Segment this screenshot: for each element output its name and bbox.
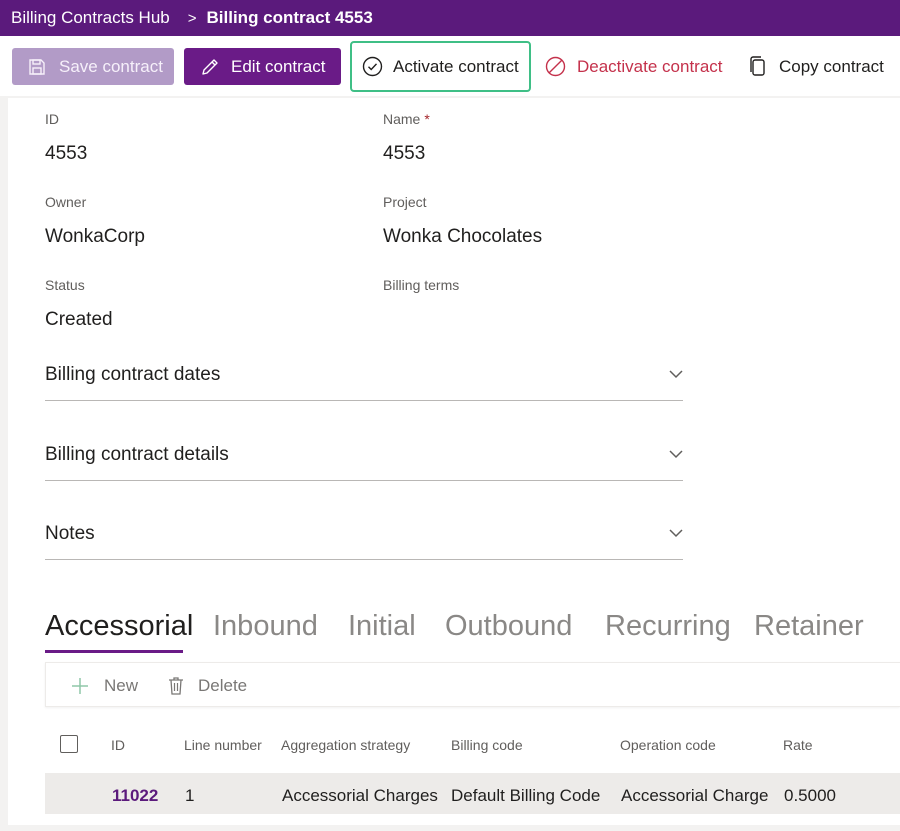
column-header-rate[interactable]: Rate	[783, 737, 813, 753]
section-notes[interactable]: Notes	[45, 519, 683, 560]
row-aggregation-strategy: Accessorial Charges	[282, 786, 438, 805]
block-icon	[545, 56, 566, 77]
tab-outbound[interactable]: Outbound	[445, 610, 572, 643]
name-value[interactable]: 4553	[383, 143, 425, 165]
activate-contract-label: Activate contract	[393, 56, 519, 76]
grid-toolbar: New Delete	[45, 662, 900, 707]
section-billing-contract-details[interactable]: Billing contract details	[45, 440, 683, 481]
row-id-link[interactable]: 11022	[112, 786, 158, 806]
line-type-tabs: Accessorial Inbound Initial Outbound Rec…	[45, 610, 900, 654]
active-tab-indicator	[45, 650, 183, 653]
tab-retainer[interactable]: Retainer	[754, 610, 864, 643]
chevron-down-icon	[669, 450, 683, 459]
column-header-operation-code[interactable]: Operation code	[620, 737, 716, 753]
section-billing-contract-dates[interactable]: Billing contract dates	[45, 360, 683, 401]
breadcrumb-current: Billing contract 4553	[206, 8, 373, 27]
top-bar: Billing Contracts Hub > Billing contract…	[0, 0, 900, 36]
new-button[interactable]: New	[70, 663, 138, 708]
column-header-aggregation-strategy[interactable]: Aggregation strategy	[281, 737, 410, 753]
column-header-billing-code[interactable]: Billing code	[451, 737, 523, 753]
breadcrumb-separator: >	[187, 9, 197, 27]
row-operation-code: Accessorial Charge	[621, 786, 769, 805]
row-rate: 0.5000	[784, 786, 836, 805]
status-label: Status	[45, 277, 85, 293]
copy-icon	[750, 56, 765, 76]
app-name[interactable]: Billing Contracts Hub	[11, 8, 170, 28]
id-value[interactable]: 4553	[45, 143, 87, 165]
copy-contract-button[interactable]: Copy contract	[740, 48, 900, 85]
new-label: New	[104, 675, 139, 695]
select-all-checkbox[interactable]	[60, 735, 78, 753]
delete-button[interactable]: Delete	[166, 663, 247, 708]
save-contract-button[interactable]: Save contract	[12, 48, 174, 85]
tab-initial[interactable]: Initial	[348, 610, 416, 643]
status-value[interactable]: Created	[45, 309, 113, 331]
table-row[interactable]: 11022 1 Accessorial Charges Default Bill…	[45, 773, 900, 814]
section-title: Billing contract dates	[45, 364, 221, 385]
owner-value[interactable]: WonkaCorp	[45, 226, 145, 248]
column-header-line-number[interactable]: Line number	[184, 737, 262, 753]
edit-contract-label: Edit contract	[231, 56, 326, 76]
deactivate-contract-button[interactable]: Deactivate contract	[536, 48, 736, 85]
save-contract-label: Save contract	[59, 56, 163, 76]
deactivate-contract-label: Deactivate contract	[577, 56, 723, 76]
tab-accessorial[interactable]: Accessorial	[45, 610, 193, 643]
required-mark: *	[424, 111, 430, 127]
billing-terms-label: Billing terms	[383, 277, 460, 293]
trash-icon	[169, 676, 183, 695]
section-title: Notes	[45, 523, 95, 544]
save-icon	[29, 58, 45, 75]
tab-recurring[interactable]: Recurring	[605, 610, 731, 643]
plus-icon	[72, 677, 88, 694]
section-title: Billing contract details	[45, 444, 229, 465]
tab-inbound[interactable]: Inbound	[213, 610, 318, 643]
id-label: ID	[45, 111, 59, 127]
copy-contract-label: Copy contract	[779, 56, 884, 76]
chevron-down-icon	[669, 529, 683, 538]
command-bar: Save contract Edit contract Activate con…	[0, 36, 900, 96]
project-label: Project	[383, 194, 427, 210]
activate-contract-button[interactable]: Activate contract	[350, 41, 531, 92]
owner-label: Owner	[45, 194, 87, 210]
row-billing-code: Default Billing Code	[451, 786, 601, 805]
name-label: Name *	[383, 111, 430, 127]
chevron-down-icon	[669, 370, 683, 379]
pencil-icon	[202, 58, 218, 75]
delete-label: Delete	[198, 675, 248, 695]
column-header-id[interactable]: ID	[111, 737, 125, 753]
edit-contract-button[interactable]: Edit contract	[184, 48, 341, 85]
row-line-number: 1	[185, 786, 195, 805]
project-value[interactable]: Wonka Chocolates	[383, 226, 542, 248]
contract-form-panel: ID 4553 Name * 4553 Owner WonkaCorp Proje…	[8, 98, 900, 825]
check-circle-icon	[362, 56, 383, 77]
name-label-text: Name	[383, 111, 421, 127]
